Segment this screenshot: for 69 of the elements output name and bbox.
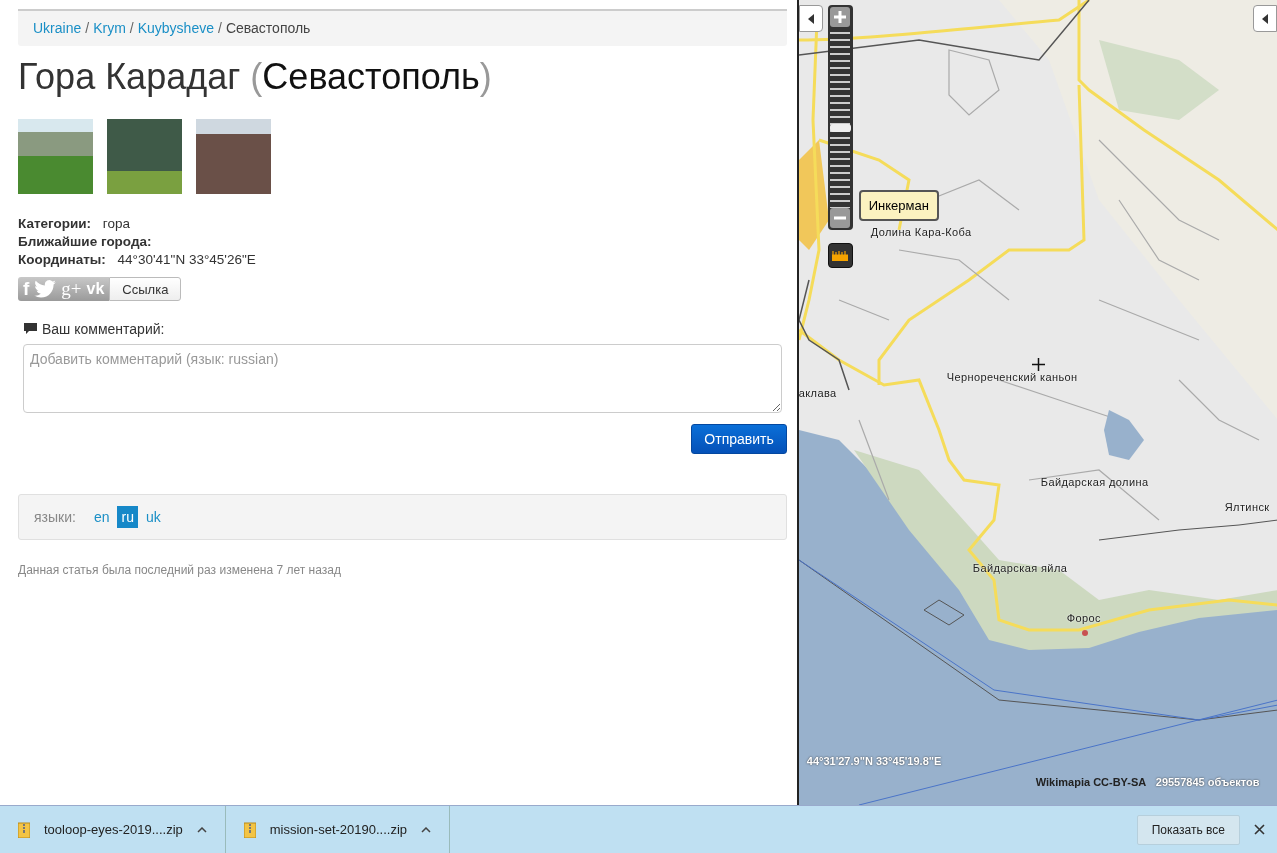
object-count: 29557845 объектов	[1155, 776, 1260, 788]
comment-field[interactable]: Добавить комментарий (язык: russian)	[23, 344, 782, 413]
location-dot-icon	[1081, 630, 1088, 636]
chevron-up-icon[interactable]	[196, 826, 207, 833]
download-file-name: mission-set-20190....zip	[269, 822, 408, 837]
photo-placeholder[interactable]	[18, 119, 93, 194]
bird-icon[interactable]	[34, 280, 57, 298]
breadcrumb-separator: /	[85, 20, 90, 38]
breadcrumb-separator: /	[129, 20, 134, 38]
vk-icon[interactable]: vk	[86, 278, 105, 300]
chevron-up-icon[interactable]	[421, 826, 432, 833]
collapse-button[interactable]	[1253, 5, 1277, 32]
zoom-out-button[interactable]	[830, 208, 851, 228]
last-modified-note: Данная статья была последний раз изменена 7 лет назад	[18, 563, 342, 577]
map-attribution: Wikimapia CC-BY-SA	[1035, 776, 1147, 788]
field-value: гора	[102, 216, 130, 231]
map-coordinates: 44°31'27.9"N 33°45'19.8"E	[806, 755, 942, 767]
download-item[interactable]: tooloop-eyes-2019....zip	[18, 806, 226, 853]
page-title: Севастополь	[262, 56, 480, 98]
caret-icon	[1262, 13, 1268, 24]
map-place-label: аклава	[798, 387, 837, 399]
collapse-button[interactable]	[798, 5, 823, 32]
close-icon[interactable]	[1254, 824, 1265, 835]
google-plus-icon[interactable]: g+	[61, 278, 82, 300]
ruler-button[interactable]	[827, 243, 853, 268]
photo-placeholder[interactable]	[196, 119, 271, 194]
breadcrumb-link[interactable]: Ukraine	[33, 20, 82, 46]
field-value: 44°30'41"N 33°45'26"E	[117, 252, 256, 267]
caret-icon	[807, 13, 814, 24]
field-label: Категории:	[18, 216, 92, 231]
languages-label: языки:	[34, 509, 76, 525]
zip-file-icon	[243, 821, 256, 838]
breadcrumb-link[interactable]: Krym	[93, 20, 126, 46]
breadcrumb-current: Севастополь	[225, 20, 311, 38]
zip-file-icon	[18, 821, 30, 838]
breadcrumb-link[interactable]: Kuybysheve	[137, 20, 214, 46]
plus-icon	[833, 10, 848, 24]
map-place-label: Форос	[1066, 612, 1101, 624]
comment-label: Ваш комментарий:	[42, 321, 165, 337]
facebook-icon[interactable]: f	[23, 278, 30, 300]
map-place-label: Байдарская долина	[1040, 476, 1149, 488]
download-file-name: tooloop-eyes-2019....zip	[44, 822, 183, 837]
slider-handle[interactable]	[829, 123, 851, 132]
ruler-icon	[832, 250, 849, 261]
zoom-in-button[interactable]	[830, 7, 851, 27]
field-label: Ближайшие города:	[18, 234, 152, 249]
link-button[interactable]: Ссылка	[109, 277, 182, 301]
show-all-button[interactable]: Показать все	[1136, 814, 1240, 845]
map-view[interactable]: Инкерман Долина Кара-Коба Чернореченский каньон аклава Байдарская долина Ялтинск Байдарская яйла Форос 44°31'27.9"N 33°45'19.8"E Wikimapia CC-BY-SA 29557845 объектов	[798, 0, 1277, 805]
submit-button[interactable]: Отправить	[691, 424, 787, 454]
photo-placeholder[interactable]	[107, 119, 182, 194]
page-title: Гора Карадаг	[18, 56, 241, 98]
map-place-label: Долина Кара-Коба	[870, 226, 972, 238]
language-link[interactable]: ru	[117, 506, 138, 528]
map-place-label: Байдарская яйла	[972, 562, 1068, 574]
language-link[interactable]: uk	[141, 506, 165, 528]
title-parenthesis: )	[479, 56, 492, 98]
map-tooltip: Инкерман	[858, 190, 939, 221]
title-parenthesis: (	[250, 56, 263, 98]
crosshair-icon	[1031, 358, 1045, 371]
comment-icon	[24, 323, 37, 335]
map-place-label: Чернореченский каньон	[946, 371, 1078, 383]
map-place-label: Ялтинск	[1224, 501, 1270, 513]
zoom-slider[interactable]	[827, 5, 853, 230]
breadcrumb-separator: /	[218, 20, 222, 38]
field-label: Координаты:	[18, 252, 106, 267]
share-buttons[interactable]: f g+ vk	[18, 277, 110, 301]
download-item[interactable]: mission-set-20190....zip	[243, 806, 451, 853]
language-link[interactable]: en	[89, 506, 114, 528]
